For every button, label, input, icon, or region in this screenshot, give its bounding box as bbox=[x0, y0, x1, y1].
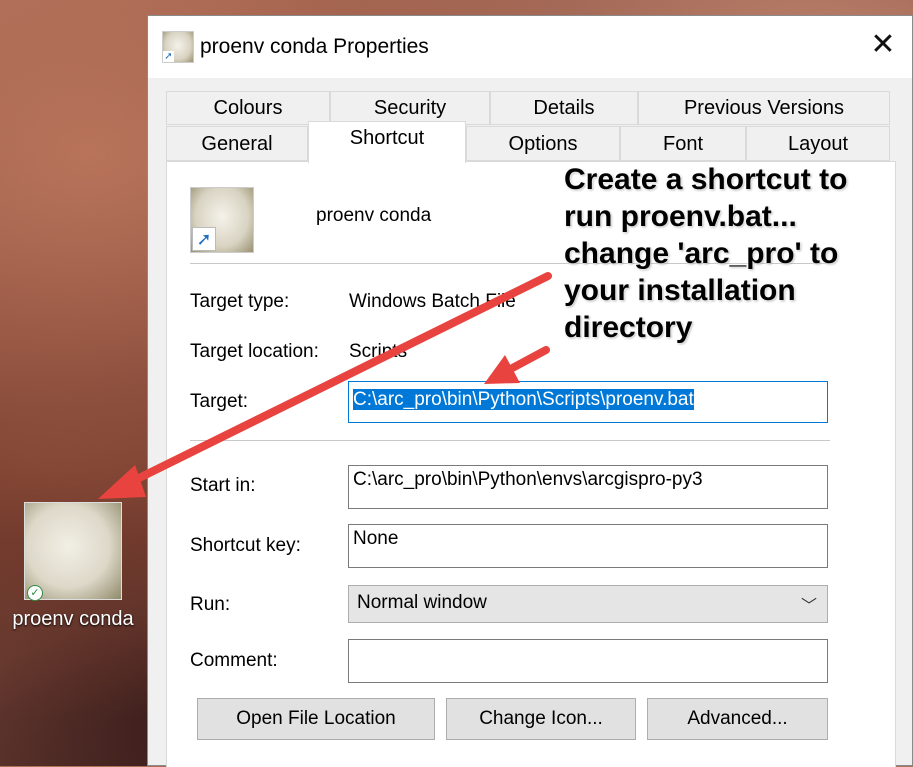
annotation-line: directory bbox=[564, 311, 693, 344]
arrow-to-desktop-icon bbox=[121, 272, 552, 489]
annotation-line: your installation bbox=[564, 274, 796, 307]
annotation-arrows bbox=[98, 272, 552, 499]
tab-shortcut[interactable]: Shortcut bbox=[308, 121, 466, 163]
annotation-callout: Create a shortcut to run proenv.bat... c… bbox=[564, 161, 904, 346]
arrowhead-desktop bbox=[98, 465, 146, 499]
annotation-line: change 'arc_pro' to bbox=[564, 237, 839, 270]
annotation-line: run proenv.bat... bbox=[564, 200, 797, 233]
annotation-line: Create a shortcut to bbox=[564, 163, 848, 196]
